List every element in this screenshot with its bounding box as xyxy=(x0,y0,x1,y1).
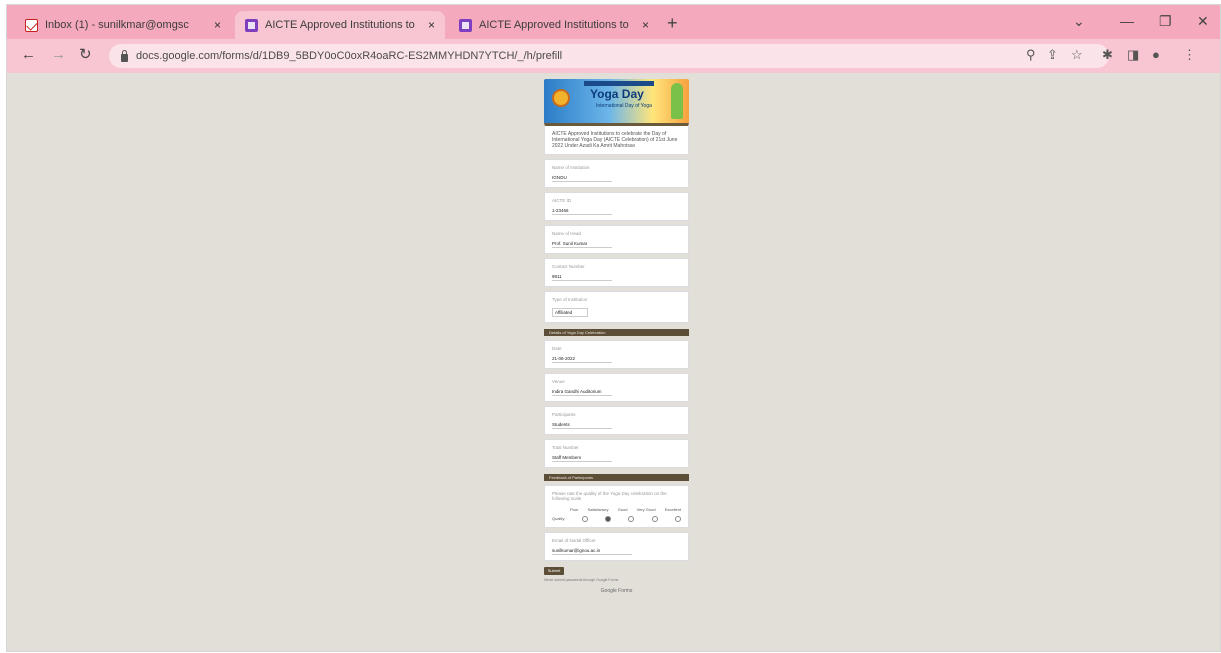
grid-row-label: Quality xyxy=(552,516,565,521)
question-card: Contact Number 9811 xyxy=(544,258,689,287)
close-icon[interactable]: × xyxy=(642,18,649,32)
radio-button[interactable] xyxy=(628,516,635,522)
forms-icon xyxy=(245,18,258,32)
answer-input[interactable]: 21-06-2022 xyxy=(552,356,612,363)
extensions-icon[interactable]: ✱ xyxy=(1102,47,1113,63)
forward-icon[interactable]: → xyxy=(51,47,66,63)
answer-input[interactable]: Staff Members xyxy=(552,455,612,462)
grid-col-label: Excellent xyxy=(664,507,681,512)
banner-strip xyxy=(584,81,654,86)
menu-icon[interactable]: ⋮ xyxy=(1183,47,1196,63)
tab-title: Inbox (1) - sunilkmar@omgsc xyxy=(45,19,189,31)
question-card: Date 21-06-2022 xyxy=(544,340,689,369)
radio-button[interactable] xyxy=(581,516,588,522)
banner-subtitle: International Day of Yoga xyxy=(596,103,652,109)
grid-col-label: Good xyxy=(617,507,628,512)
radio-button[interactable] xyxy=(651,516,658,522)
minimize-icon[interactable]: — xyxy=(1120,13,1134,29)
new-tab-button[interactable]: + xyxy=(667,14,678,32)
answer-input[interactable]: 1-23456 xyxy=(552,208,612,215)
page-content: Yoga Day International Day of Yoga AICTE… xyxy=(7,73,1220,651)
answer-input[interactable]: Prof. Sunil Kumar xyxy=(552,241,612,248)
tab-aicte-form-1[interactable]: AICTE Approved Institutions to × xyxy=(235,11,445,39)
sidepanel-icon[interactable]: ◨ xyxy=(1127,47,1139,63)
tab-strip: Inbox (1) - sunilkmar@omgsc × AICTE Appr… xyxy=(7,5,1220,39)
question-label: AICTE ID xyxy=(552,198,572,203)
email-input[interactable]: sunilkumar@ignou.ac.in xyxy=(552,548,632,555)
address-bar[interactable]: docs.google.com/forms/d/1DB9_5BDY0oC0oxR… xyxy=(109,44,1109,68)
grid-col-label: Satisfactory xyxy=(587,507,609,512)
forms-icon xyxy=(459,18,472,32)
question-card: Email of Nodal Officer sunilkumar@ignou.… xyxy=(544,532,689,561)
banner-title: Yoga Day xyxy=(590,87,644,101)
submit-button[interactable]: Submit xyxy=(544,567,564,575)
yoga-logo-icon xyxy=(552,89,570,107)
question-label: Total Number xyxy=(552,445,579,450)
grid-row: Quality xyxy=(552,516,681,522)
question-card: Venue Indira Gandhi Auditorium xyxy=(544,373,689,402)
question-card: AICTE ID 1-23456 xyxy=(544,192,689,221)
google-form: Yoga Day International Day of Yoga AICTE… xyxy=(544,79,689,594)
close-icon[interactable]: × xyxy=(214,18,221,32)
form-header-card: AICTE Approved Institutions to celebrate… xyxy=(544,123,689,155)
gmail-icon xyxy=(25,18,38,32)
question-label: Email of Nodal Officer xyxy=(552,538,596,543)
tab-title: AICTE Approved Institutions to xyxy=(479,19,629,31)
section-header: Details of Yoga Day Celebration xyxy=(544,329,689,336)
question-label: Venue xyxy=(552,379,565,384)
question-card: Total Number Staff Members xyxy=(544,439,689,468)
share-icon[interactable]: ⇪ xyxy=(1047,47,1058,63)
question-card: Name of Institution IGNOU xyxy=(544,159,689,188)
tab-search-icon[interactable]: ⌄ xyxy=(1073,13,1085,30)
radio-button[interactable] xyxy=(674,516,681,522)
question-card: Name of Head Prof. Sunil Kumar xyxy=(544,225,689,254)
section-header: Feedback of Participants xyxy=(544,474,689,481)
dropdown-select[interactable]: Affiliated xyxy=(552,308,588,317)
grid-question-card: Please rate the quality of the Yoga Day … xyxy=(544,485,689,528)
answer-input[interactable]: IGNOU xyxy=(552,175,612,182)
question-card: Type of Institution Affiliated xyxy=(544,291,689,323)
close-icon[interactable]: × xyxy=(428,18,435,32)
answer-input[interactable]: 9811 xyxy=(552,274,612,281)
footer-note: Never submit passwords through Google Fo… xyxy=(544,578,620,582)
url-text: docs.google.com/forms/d/1DB9_5BDY0oC0oxR… xyxy=(136,50,563,62)
answer-input[interactable]: Students xyxy=(552,422,612,429)
back-icon[interactable]: ← xyxy=(21,47,36,63)
question-label: Date xyxy=(552,346,562,351)
section-title: Details of Yoga Day Celebration xyxy=(549,330,606,335)
yoga-figure-icon xyxy=(671,83,683,119)
question-label: Participants xyxy=(552,412,576,417)
restore-icon[interactable]: ❐ xyxy=(1159,13,1172,30)
grid-col-label: Poor xyxy=(570,507,579,512)
tab-aicte-form-2[interactable]: AICTE Approved Institutions to × xyxy=(449,11,659,39)
browser-window: Inbox (1) - sunilkmar@omgsc × AICTE Appr… xyxy=(6,4,1221,652)
question-label: Contact Number xyxy=(552,264,585,269)
grid-col-label: Very Good xyxy=(636,507,656,512)
radio-button[interactable] xyxy=(605,516,612,522)
question-label: Name of Head xyxy=(552,231,582,236)
form-banner: Yoga Day International Day of Yoga xyxy=(544,79,689,123)
section-title: Feedback of Participants xyxy=(549,475,594,480)
question-card: Participants Students xyxy=(544,406,689,435)
question-label: Name of Institution xyxy=(552,165,590,170)
tab-inbox[interactable]: Inbox (1) - sunilkmar@omgsc × xyxy=(15,11,231,39)
lock-icon[interactable] xyxy=(121,50,128,62)
tab-title: AICTE Approved Institutions to xyxy=(265,19,415,31)
answer-input[interactable]: Indira Gandhi Auditorium xyxy=(552,389,612,396)
grid-header: Poor Satisfactory Good Very Good Excelle… xyxy=(552,507,681,512)
form-description: AICTE Approved Institutions to celebrate… xyxy=(552,131,678,149)
zoom-icon[interactable]: ⚲ xyxy=(1026,47,1036,63)
browser-toolbar: ← → ↻ docs.google.com/forms/d/1DB9_5BDY0… xyxy=(7,39,1220,73)
profile-avatar-icon[interactable]: ● xyxy=(1152,47,1160,63)
window-close-icon[interactable]: ✕ xyxy=(1197,13,1209,30)
bookmark-star-icon[interactable]: ☆ xyxy=(1071,47,1083,63)
question-label: Please rate the quality of the Yoga Day … xyxy=(552,491,667,501)
google-forms-logo: Google Forms xyxy=(600,588,633,594)
question-label: Type of Institution xyxy=(552,297,588,302)
reload-icon[interactable]: ↻ xyxy=(79,47,92,63)
